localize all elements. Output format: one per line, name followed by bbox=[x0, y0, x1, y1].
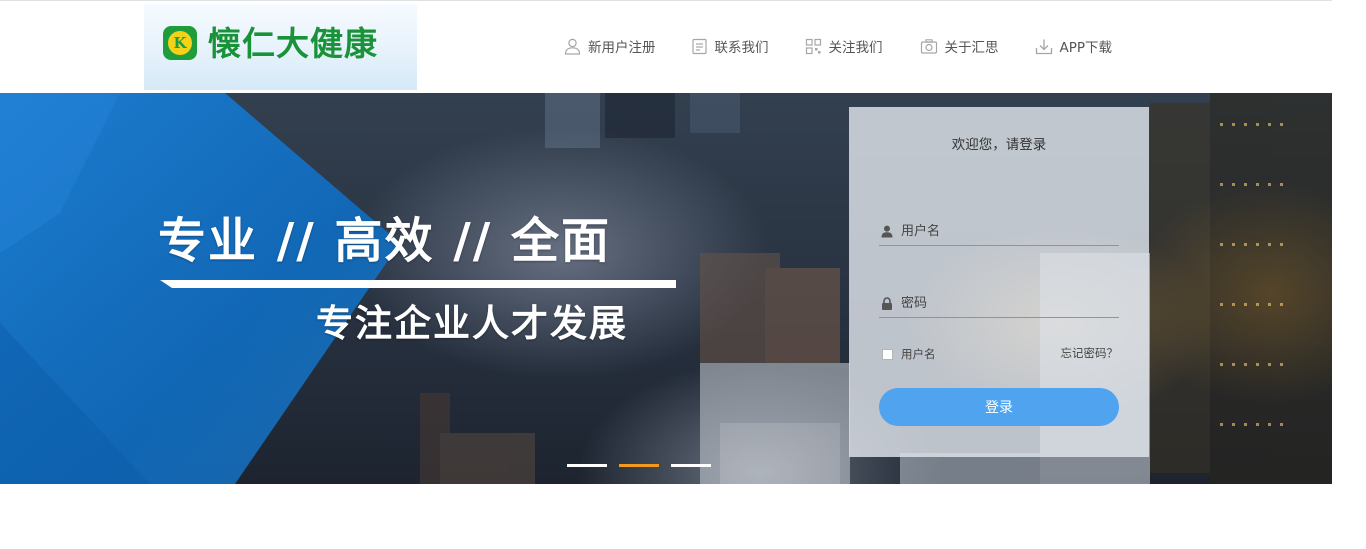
nav-item-label: 关注我们 bbox=[828, 40, 883, 56]
forgot-password-link[interactable]: 忘记密码？ bbox=[1061, 345, 1119, 361]
nav-item-app-download[interactable]: APP下载 bbox=[1035, 36, 1113, 56]
nav-item-label: 关于汇思 bbox=[944, 40, 999, 56]
login-button[interactable]: 登录 bbox=[879, 388, 1119, 426]
remember-label: 用户名 bbox=[901, 347, 936, 361]
password-field bbox=[879, 289, 1119, 318]
logo-badge-icon: K bbox=[163, 26, 197, 60]
remember-username[interactable]: 用户名 bbox=[882, 346, 936, 362]
brand-logo[interactable]: K 懐仁大健康 bbox=[144, 4, 417, 90]
user-icon bbox=[881, 225, 893, 237]
username-input[interactable] bbox=[901, 223, 1101, 239]
nav-item-label: 新用户注册 bbox=[588, 40, 656, 56]
remember-checkbox[interactable] bbox=[882, 348, 893, 360]
qr-code-icon bbox=[805, 38, 821, 54]
download-icon bbox=[1035, 39, 1052, 54]
nav-item-about[interactable]: 关于汇思 bbox=[920, 36, 999, 56]
carousel-dot[interactable] bbox=[671, 464, 711, 467]
hero-banner: 专业 // 高效 // 全面 专注企业人才发展 欢迎您，请登录 用户名 忘 bbox=[0, 93, 1332, 484]
carousel-dot[interactable] bbox=[567, 464, 607, 467]
logo-text: 懐仁大健康 bbox=[208, 24, 378, 63]
nav-item-follow[interactable]: 关注我们 bbox=[805, 36, 883, 56]
username-field bbox=[879, 217, 1119, 246]
password-input[interactable] bbox=[901, 295, 1101, 311]
site-header: K 懐仁大健康 新用户注册 联系我们 关注我们 关于汇思 APP下载 bbox=[0, 1, 1332, 93]
nav-item-label: APP下载 bbox=[1059, 40, 1113, 56]
carousel-indicators bbox=[567, 464, 723, 467]
camera-icon bbox=[920, 38, 937, 54]
top-nav: 新用户注册 联系我们 关注我们 关于汇思 APP下载 bbox=[564, 36, 1112, 56]
nav-item-register[interactable]: 新用户注册 bbox=[564, 36, 656, 56]
banner-subslogan: 专注企业人才发展 bbox=[316, 302, 628, 345]
logo-badge-letter: K bbox=[168, 31, 192, 55]
slogan-underline bbox=[160, 280, 676, 288]
login-title: 欢迎您，请登录 bbox=[951, 137, 1047, 153]
login-panel: 欢迎您，请登录 用户名 忘记密码？ 登录 bbox=[849, 107, 1149, 457]
nav-item-label: 联系我们 bbox=[714, 40, 769, 56]
lock-icon bbox=[882, 296, 892, 310]
user-icon bbox=[564, 38, 581, 55]
banner-slogan: 专业 // 高效 // 全面 bbox=[158, 213, 611, 269]
carousel-dot-active[interactable] bbox=[619, 464, 659, 467]
nav-item-contact[interactable]: 联系我们 bbox=[691, 36, 769, 56]
contact-card-icon bbox=[691, 38, 707, 54]
